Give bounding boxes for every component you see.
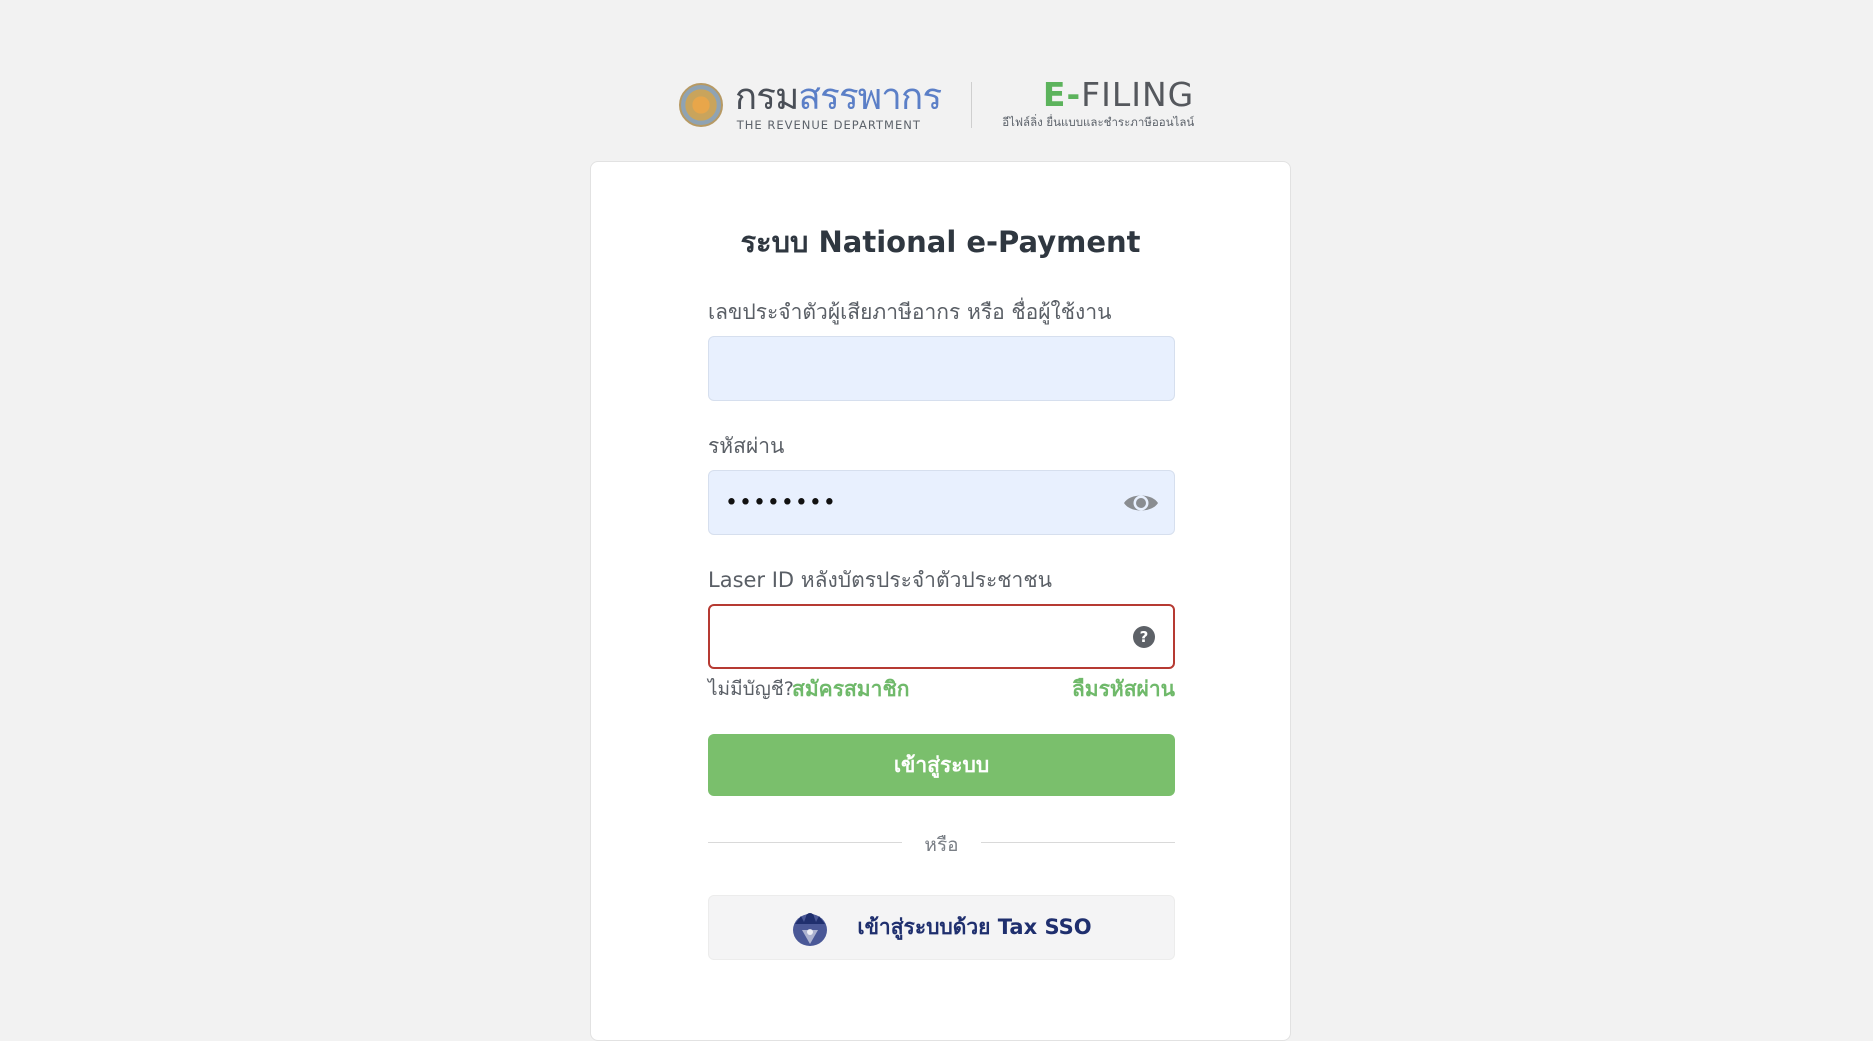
tax-sso-label: เข้าสู่ระบบด้วย Tax SSO	[857, 915, 1092, 939]
header: กรมสรรพากร THE REVENUE DEPARTMENT E- FILI…	[0, 78, 1873, 132]
username-field[interactable]	[708, 336, 1175, 401]
efiling-rest: FILING	[1081, 75, 1195, 114]
revenue-department-seal-icon	[678, 83, 723, 127]
no-account-text: ไม่มีบัญชี?	[708, 678, 794, 700]
or-line-right	[981, 842, 1175, 843]
username-input[interactable]	[709, 337, 1174, 400]
help-circle-icon[interactable]: ?	[1133, 626, 1155, 648]
forgot-password-link[interactable]: ลืมรหัสผ่าน	[1072, 673, 1175, 706]
laser-id-field[interactable]: ?	[708, 604, 1175, 669]
efiling-wordmark: E- FILING	[1043, 78, 1194, 112]
revenue-department-english-name: THE REVENUE DEPARTMENT	[736, 118, 921, 132]
tax-sso-button[interactable]: เข้าสู่ระบบด้วย Tax SSO	[708, 895, 1175, 960]
or-text: หรือ	[924, 834, 959, 856]
efiling-prefix: E-	[1042, 75, 1082, 114]
efiling-logo: E- FILING อีไฟล์ลิ่ง ยื่นแบบและชำระภาษีออ…	[1002, 78, 1194, 132]
rd-name-blue: สรรพากร	[798, 75, 942, 118]
password-label: รหัสผ่าน	[708, 434, 785, 458]
signup-link[interactable]: สมัครสมาชิก	[792, 673, 909, 706]
revenue-department-wordmark: กรมสรรพากร THE REVENUE DEPARTMENT	[734, 75, 942, 133]
page-title: ระบบ National e-Payment	[740, 225, 1141, 259]
account-links: ไม่มีบัญชี? สมัครสมาชิก ลืมรหัสผ่าน	[708, 674, 1175, 701]
login-button[interactable]: เข้าสู่ระบบ	[708, 734, 1175, 796]
logo-divider	[971, 82, 973, 128]
rd-name-dark: กรม	[734, 75, 800, 118]
revenue-department-logo: กรมสรรพากร THE REVENUE DEPARTMENT	[678, 75, 942, 133]
laser-id-label: Laser ID หลังบัตรประจำตัวประชาชน	[708, 568, 1052, 592]
garuda-emblem-icon	[793, 912, 828, 946]
revenue-department-thai-name: กรมสรรพากร	[734, 75, 942, 118]
password-field[interactable]: ••••••••	[708, 470, 1175, 535]
eye-icon[interactable]	[1122, 489, 1160, 517]
username-label: เลขประจำตัวผู้เสียภาษีอากร หรือ ชื่อผู้ใ…	[708, 300, 1112, 324]
password-value[interactable]: ••••••••	[725, 490, 837, 515]
or-divider: หรือ	[708, 830, 1175, 856]
efiling-subtitle: อีไฟล์ลิ่ง ยื่นแบบและชำระภาษีออนไลน์	[1002, 115, 1195, 129]
laser-id-input[interactable]	[710, 606, 1173, 667]
login-card: ระบบ National e-Payment เลขประจำตัวผู้เส…	[590, 161, 1291, 1041]
